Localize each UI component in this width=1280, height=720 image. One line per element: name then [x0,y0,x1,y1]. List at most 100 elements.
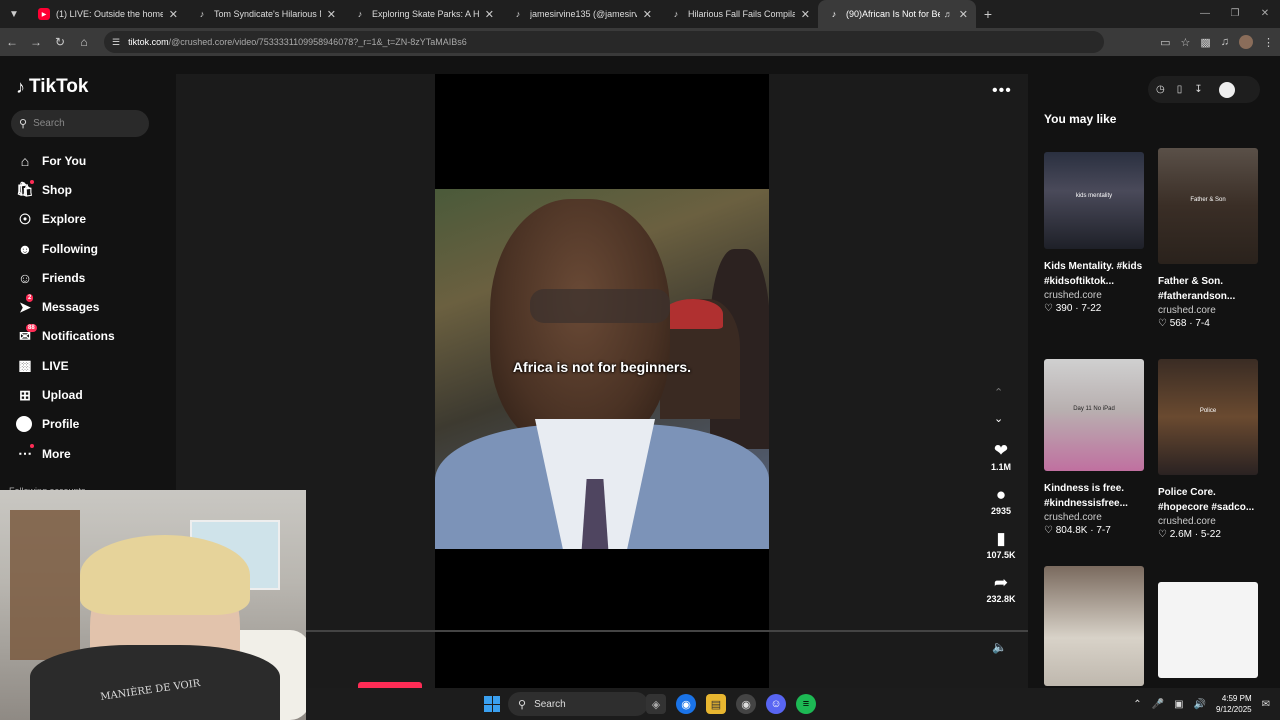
theme-toggle[interactable] [1218,81,1235,98]
close-icon[interactable]: ✕ [327,8,336,21]
sidebar-item-label: LIVE [42,358,69,373]
sidebar-nav: ⌂ For You 🛍 Shop ☉ Explore ☻ Following ☺… [16,146,115,468]
restore-icon[interactable]: ❐ [1220,0,1250,28]
video-thumbnail[interactable]: Father & Son [1158,148,1258,264]
reload-icon[interactable]: ↻ [48,35,72,49]
browser-menu-icon[interactable]: ⋮ [1263,36,1274,49]
card-title[interactable]: Kids Mentality. #kids #kidsoftiktok... [1044,259,1148,289]
browser-tab[interactable]: ♪ Exploring Skate Parks: A Histor ✕ [344,0,502,28]
bookmark-star-icon[interactable]: ☆ [1180,36,1190,49]
chrome-icon[interactable]: ◉ [676,694,696,714]
tiktok-icon: ♪ [357,9,363,19]
close-icon[interactable]: ✕ [485,8,494,21]
sidebar-item-upload[interactable]: ⊞ Upload [16,380,115,409]
site-info-icon[interactable]: ☰ [112,37,120,48]
taskbar-search[interactable]: ⚲ Search [508,692,648,716]
volume-tray-icon[interactable]: 🔊 [1194,699,1206,710]
card-date: 7-4 [1195,318,1210,329]
video-thumbnail[interactable]: Day 11 No iPad [1044,359,1144,471]
video-speaker-head [490,199,670,449]
search-placeholder: Search [33,118,65,129]
card-title[interactable]: Father & Son. #fatherandson... [1158,274,1262,304]
video-speaker-glasses [530,289,670,323]
card-author[interactable]: crushed.core [1158,305,1262,316]
back-icon[interactable]: ← [0,35,24,49]
next-video-icon[interactable]: ⌄ [994,412,1003,425]
download-icon[interactable]: ↧ [1194,84,1202,95]
card-author[interactable]: crushed.core [1044,512,1148,523]
network-icon[interactable]: ▣ [1174,699,1183,710]
close-window-icon[interactable]: ✕ [1250,0,1280,28]
copilot-icon[interactable]: ◈ [646,694,666,714]
sidebar-item-label: Following [42,241,98,256]
video-thumbnail[interactable]: kids mentality [1044,152,1144,249]
share-button[interactable]: ➦ 232.8K [980,572,1022,616]
video-progress-bar[interactable] [306,630,1028,632]
card-title[interactable]: Police Core. #hopecore #sadco... [1158,485,1262,515]
sidebar-item-more[interactable]: ⋯ More [16,439,115,468]
comment-button[interactable]: ● 2935 [980,484,1022,528]
recommendation-card[interactable]: Father & Son Father & Son. #fatherandson… [1158,148,1262,329]
video-thumbnail[interactable]: Police [1158,359,1258,475]
cast-icon[interactable]: ▭ [1160,36,1170,49]
browser-tab[interactable]: ▶ (1) LIVE: Outside the home of th ✕ [28,0,186,28]
video-player[interactable]: Africa is not for beginners. [435,189,769,549]
minimize-icon[interactable]: — [1190,0,1220,28]
microphone-icon[interactable]: 🎤 [1152,699,1164,710]
previous-video-icon[interactable]: ⌃ [994,386,1003,399]
recommendation-card[interactable] [1158,582,1262,678]
volume-icon[interactable]: 🔈 [992,640,1007,654]
card-author[interactable]: crushed.core [1158,516,1262,527]
like-button[interactable]: ❤ 1.1M [980,440,1022,484]
browser-tab[interactable]: ♪ Hilarious Fall Fails Compilation ✕ [660,0,818,28]
browser-tab[interactable]: ♪ Tom Syndicate's Hilarious Mang ✕ [186,0,344,28]
media-icon[interactable]: ♫ [1221,36,1229,48]
sidebar-item-notifications[interactable]: ✉ 88 Notifications [16,322,115,351]
video-caption: Africa is not for beginners. [512,359,692,375]
tiktok-logo[interactable]: ♪ TikTok [16,76,88,98]
spotify-icon[interactable]: ≡ [796,694,816,714]
browser-tab-active[interactable]: ♪ (90)African Is Not for Begin ♬ ✕ [818,0,976,28]
search-input[interactable]: ⚲ Search [11,110,149,137]
save-button[interactable]: ▮ 107.5K [980,528,1022,572]
tray-chevron-icon[interactable]: ⌃ [1133,699,1141,710]
new-tab-button[interactable]: + [976,6,1000,22]
url-field[interactable]: ☰ tiktok.com /@crushed.core/video/753333… [104,31,1104,53]
sidebar-item-explore[interactable]: ☉ Explore [16,205,115,234]
video-thumbnail[interactable] [1158,582,1258,678]
card-title[interactable]: Kindness is free. #kindnessisfree... [1044,481,1148,511]
tab-search-icon[interactable]: ▼ [0,0,28,28]
recommendation-card[interactable]: Day 11 No iPad Kindness is free. #kindne… [1044,359,1148,536]
recommendation-card[interactable]: Police Police Core. #hopecore #sadco... … [1158,359,1262,540]
windows-start-icon[interactable] [484,696,500,712]
card-author[interactable]: crushed.core [1044,290,1148,301]
taskbar-clock[interactable]: 4:59 PM 9/12/2025 [1216,693,1252,715]
close-icon[interactable]: ✕ [801,8,810,21]
sidebar-item-messages[interactable]: ➤ 2 Messages [16,292,115,321]
file-explorer-icon[interactable]: ▤ [706,694,726,714]
home-icon[interactable]: ⌂ [72,35,96,49]
recommendation-card[interactable] [1044,566,1148,686]
discord-icon[interactable]: ☺ [766,694,786,714]
video-thumbnail[interactable] [1044,566,1144,686]
more-options-icon[interactable]: ••• [992,82,1012,100]
close-icon[interactable]: ✕ [643,8,652,21]
notification-center-icon[interactable]: ✉ [1262,699,1270,710]
forward-icon[interactable]: → [24,35,48,49]
obs-icon[interactable]: ◉ [736,694,756,714]
sidebar-item-for-you[interactable]: ⌂ For You [16,146,115,175]
recommendation-card[interactable]: kids mentality Kids Mentality. #kids #ki… [1044,152,1148,314]
browser-tab[interactable]: ♪ jamesirvine135 (@jamesirvine1 ✕ [502,0,660,28]
sidebar-item-following[interactable]: ☻ Following [16,234,115,263]
close-icon[interactable]: ✕ [169,8,178,21]
device-icon[interactable]: ▯ [1177,84,1183,95]
sidebar-item-profile[interactable]: Profile [16,410,115,439]
close-icon[interactable]: ✕ [959,8,968,21]
sidebar-item-shop[interactable]: 🛍 Shop [16,175,115,204]
sidebar-item-friends[interactable]: ☺ Friends [16,263,115,292]
extensions-icon[interactable]: ▩ [1200,36,1210,49]
sidebar-item-live[interactable]: ▩ LIVE [16,351,115,380]
browser-avatar[interactable] [1239,35,1253,49]
speaker-icon[interactable]: ♬ [944,9,953,19]
autoscroll-icon[interactable]: ◷ [1156,84,1165,95]
